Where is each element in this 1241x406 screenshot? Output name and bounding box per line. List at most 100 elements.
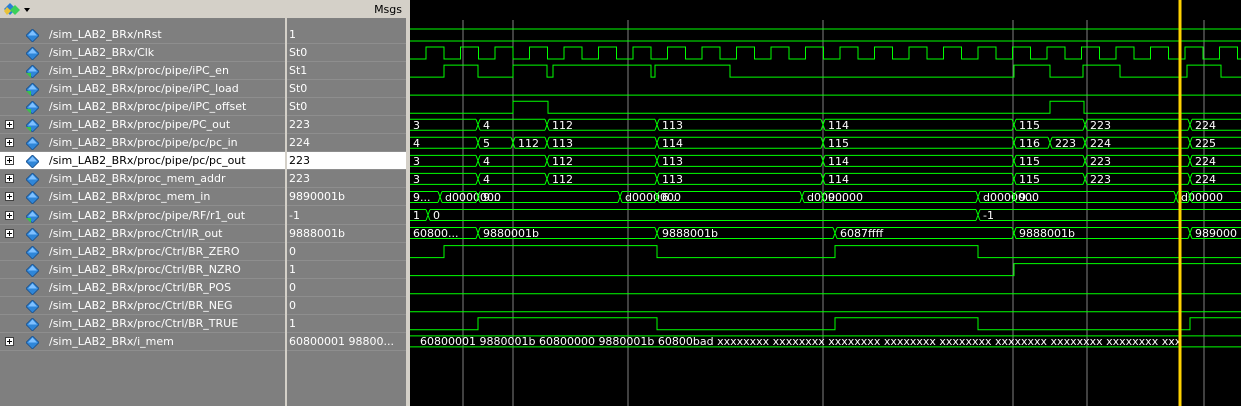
signal-diamond-icon — [26, 137, 39, 151]
wave-BR_ZERO — [410, 245, 1241, 259]
signal-row[interactable]: /sim_LAB2_BRx/proc/Ctrl/BR_TRUE — [0, 315, 285, 333]
signal-row[interactable]: /sim_LAB2_BRx/proc/pipe/iPC_offset — [0, 98, 285, 117]
bus-PC_out — [410, 118, 1241, 131]
expand-toggle-icon[interactable] — [5, 228, 14, 238]
signal-value-row[interactable]: St1 — [287, 62, 406, 81]
signal-value-row[interactable]: 60800001 98800... — [287, 333, 406, 351]
signal-value: 1 — [289, 316, 296, 330]
signal-row[interactable]: /sim_LAB2_BRx/proc/pipe/iPC_en — [0, 62, 285, 81]
signal-name: /sim_LAB2_BRx/proc/pipe/RF/r1_out — [49, 208, 246, 222]
signal-name: /sim_LAB2_BRx/nRst — [49, 28, 162, 41]
signal-row[interactable]: /sim_LAB2_BRx/proc/Ctrl/BR_NEG — [0, 297, 285, 315]
expand-toggle-icon[interactable] — [5, 192, 14, 202]
signal-value-row[interactable]: 223 — [287, 152, 406, 171]
signal-row[interactable]: /sim_LAB2_BRx/proc/Ctrl/IR_out — [0, 225, 285, 243]
signal-diamond-icon — [26, 47, 39, 61]
signal-row[interactable]: /sim_LAB2_BRx/proc/Ctrl/BR_POS — [0, 279, 285, 297]
wave-toolbar-icon[interactable] — [4, 2, 34, 17]
signal-diamond-icon — [26, 191, 39, 205]
signal-row[interactable]: /sim_LAB2_BRx/proc_mem_in — [0, 188, 285, 207]
expand-toggle-icon[interactable] — [5, 210, 14, 220]
signal-value-row[interactable]: 223 — [287, 116, 406, 135]
bus-proc_mem_addr — [410, 172, 1241, 185]
signal-name: /sim_LAB2_BRx/proc/Ctrl/BR_ZERO — [49, 244, 240, 258]
signal-value: 224 — [289, 136, 310, 150]
bus-pc_out — [410, 154, 1241, 167]
signal-row[interactable]: /sim_LAB2_BRx/Clk — [0, 44, 285, 63]
signal-value: St0 — [289, 46, 308, 60]
signal-value-row[interactable]: 224 — [287, 134, 406, 153]
signal-name: /sim_LAB2_BRx/proc/Ctrl/BR_NZRO — [49, 262, 241, 276]
signal-value-row[interactable]: St0 — [287, 80, 406, 99]
signal-value-row[interactable]: 1 — [287, 315, 406, 333]
signal-diamond-icon — [26, 29, 39, 42]
signal-diamond-icon — [26, 209, 39, 223]
wave-BR_NZRO — [410, 263, 1241, 277]
signal-value-row[interactable]: 9888001b — [287, 225, 406, 243]
bus-i_mem-label: 60800001 9880001b 60800000 9880001b 6080… — [420, 335, 1182, 348]
signal-row[interactable]: /sim_LAB2_BRx/proc/pipe/pc/pc_in — [0, 134, 285, 153]
signal-value: St1 — [289, 64, 308, 78]
signal-row[interactable]: /sim_LAB2_BRx/proc_mem_addr — [0, 170, 285, 189]
signal-row[interactable]: /sim_LAB2_BRx/nRst — [0, 26, 285, 44]
signal-diamond-icon — [26, 281, 39, 295]
signal-value: 223 — [289, 172, 310, 186]
signal-diamond-icon — [26, 335, 39, 349]
signal-diamond-icon — [26, 263, 39, 277]
signal-row[interactable]: /sim_LAB2_BRx/proc/pipe/RF/r1_out — [0, 207, 285, 225]
wave-iPC_offset — [410, 100, 1241, 114]
signal-name: /sim_LAB2_BRx/proc/Ctrl/BR_TRUE — [49, 316, 239, 330]
signal-diamond-icon — [26, 227, 39, 241]
signal-name: /sim_LAB2_BRx/i_mem — [49, 334, 174, 348]
signal-name: /sim_LAB2_BRx/proc/pipe/iPC_en — [49, 64, 229, 78]
signal-value-row[interactable]: 1 — [287, 261, 406, 279]
expand-toggle-icon[interactable] — [5, 156, 14, 166]
waveform-canvas[interactable]: 3 4 112 113 114 115 223 2244 5 112 113 114 115 116 223… — [410, 0, 1241, 406]
signal-names-panel: /sim_LAB2_BRx/nRst/sim_LAB2_BRx/Clk/sim_… — [0, 0, 285, 406]
expand-toggle-icon[interactable] — [5, 120, 14, 130]
signal-value: 223 — [289, 118, 310, 132]
signal-value: St0 — [289, 100, 308, 114]
signal-values-panel: Msgs 1 St0 St1 St0 St0 223 224 223 223 9890001b -1… — [287, 0, 406, 406]
signal-row[interactable]: /sim_LAB2_BRx/proc/Ctrl/BR_NZRO — [0, 261, 285, 279]
signal-value-row[interactable]: 0 — [287, 279, 406, 297]
expand-toggle-icon[interactable] — [5, 138, 14, 148]
signal-value: St0 — [289, 82, 308, 96]
signal-value-row[interactable]: -1 — [287, 207, 406, 225]
signal-row[interactable]: /sim_LAB2_BRx/proc/Ctrl/BR_ZERO — [0, 243, 285, 261]
signal-value-row[interactable]: 0 — [287, 297, 406, 315]
wave-clk — [410, 46, 1241, 60]
signal-name: /sim_LAB2_BRx/proc/pipe/pc/pc_out — [49, 154, 246, 168]
signal-name: /sim_LAB2_BRx/proc/pipe/iPC_offset — [49, 100, 247, 114]
signal-row[interactable]: /sim_LAB2_BRx/proc/pipe/iPC_load — [0, 80, 285, 99]
signal-value: 9888001b — [289, 226, 345, 240]
signal-name: /sim_LAB2_BRx/proc/Ctrl/BR_NEG — [49, 298, 233, 312]
waveform-area[interactable]: 3 4 112 113 114 115 223 224 4 5 112 113 114 115 116 223… — [410, 0, 1241, 406]
signal-value: 60800001 98800... — [289, 334, 394, 348]
signal-value-row[interactable]: 1 — [287, 26, 406, 44]
signal-name: /sim_LAB2_BRx/proc_mem_addr — [49, 172, 226, 186]
signal-name: /sim_LAB2_BRx/Clk — [49, 46, 155, 60]
signal-value: 1 — [289, 28, 296, 41]
signal-value: -1 — [289, 208, 300, 222]
expand-toggle-icon[interactable] — [5, 174, 14, 184]
wave-iPC_en — [410, 64, 1241, 78]
signal-diamond-icon — [26, 101, 39, 115]
signal-value: 0 — [289, 298, 296, 312]
expand-toggle-icon[interactable] — [5, 336, 14, 346]
signal-row[interactable]: /sim_LAB2_BRx/proc/pipe/pc/pc_out — [0, 152, 285, 171]
signal-diamond-icon — [26, 119, 39, 133]
signal-value-row[interactable]: 0 — [287, 243, 406, 261]
signal-name: /sim_LAB2_BRx/proc/Ctrl/BR_POS — [49, 280, 232, 294]
signal-row[interactable]: /sim_LAB2_BRx/i_mem — [0, 333, 285, 351]
signal-value-row[interactable]: St0 — [287, 44, 406, 63]
bus-r1_out — [410, 209, 1241, 221]
signal-diamond-icon — [26, 299, 39, 313]
names-header — [0, 0, 285, 19]
signal-value-row[interactable]: St0 — [287, 98, 406, 117]
signal-value: 0 — [289, 244, 296, 258]
signal-diamond-icon — [26, 245, 39, 259]
signal-value-row[interactable]: 9890001b — [287, 188, 406, 207]
signal-value-row[interactable]: 223 — [287, 170, 406, 189]
signal-row[interactable]: /sim_LAB2_BRx/proc/pipe/PC_out — [0, 116, 285, 135]
